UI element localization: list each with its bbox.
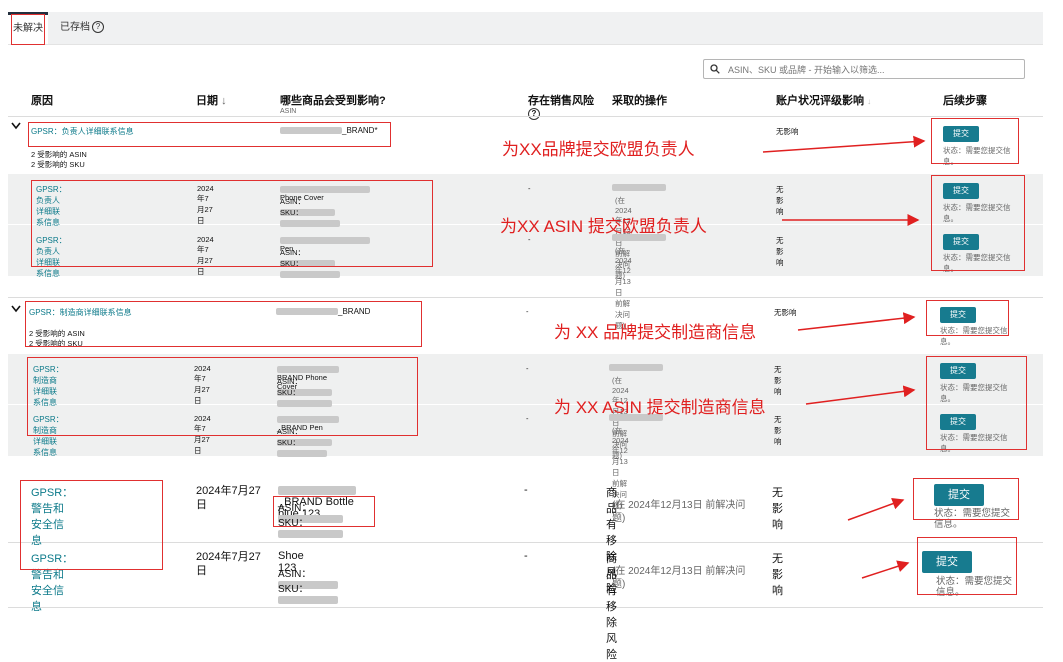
arrow-icon (797, 312, 916, 331)
arrow-icon (847, 497, 905, 521)
arrow-icon (805, 385, 916, 405)
arrow-icon (861, 560, 910, 579)
arrow-icon (762, 135, 926, 153)
annotation-arrows (762, 135, 926, 579)
